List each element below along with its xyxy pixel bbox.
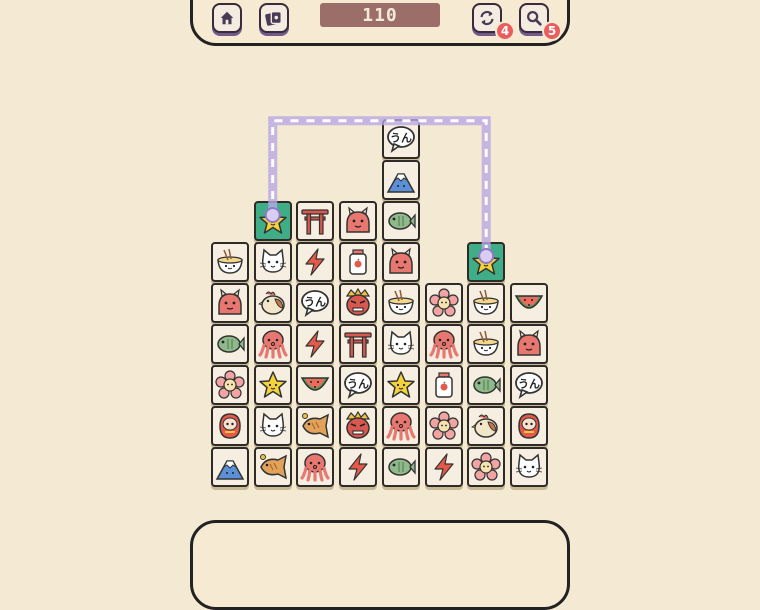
link-path-dashes <box>271 119 488 256</box>
link-path <box>264 116 495 264</box>
link-start-dot <box>264 207 281 223</box>
link-end-dot <box>478 248 495 264</box>
link-path-line <box>268 116 491 256</box>
tile-board: うん うん うん うん <box>0 0 760 570</box>
bottom-panel <box>190 520 570 610</box>
